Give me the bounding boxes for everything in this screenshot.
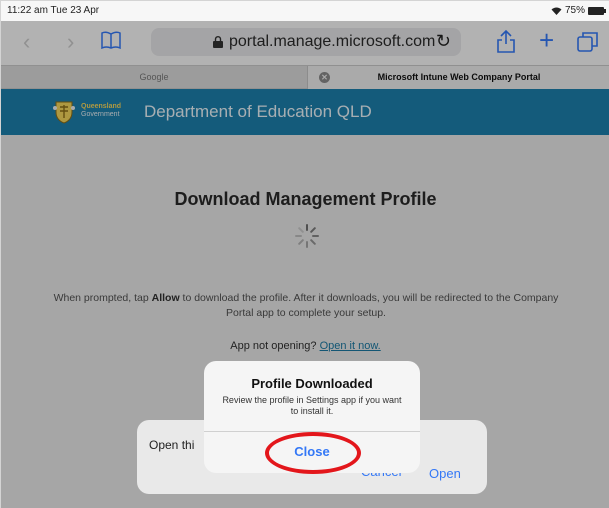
ipad-screen: 11:22 am Tue 23 Apr 75% ‹ › portal.manag…: [0, 0, 609, 508]
status-indicators: 75%: [551, 5, 606, 16]
close-highlight-circle: [265, 432, 361, 474]
status-bar: 11:22 am Tue 23 Apr 75%: [1, 1, 609, 21]
open-dialog-text: Open thi: [149, 438, 195, 452]
alert-message: Review the profile in Settings app if yo…: [222, 395, 402, 416]
status-time: 11:22 am Tue 23 Apr: [7, 5, 100, 16]
battery-percent: 75%: [564, 5, 585, 16]
open-button[interactable]: Open: [429, 466, 461, 481]
battery-icon: [588, 6, 606, 15]
dim-overlay-top: [1, 21, 609, 135]
alert-title: Profile Downloaded: [251, 376, 373, 391]
wifi-icon: [551, 7, 562, 15]
